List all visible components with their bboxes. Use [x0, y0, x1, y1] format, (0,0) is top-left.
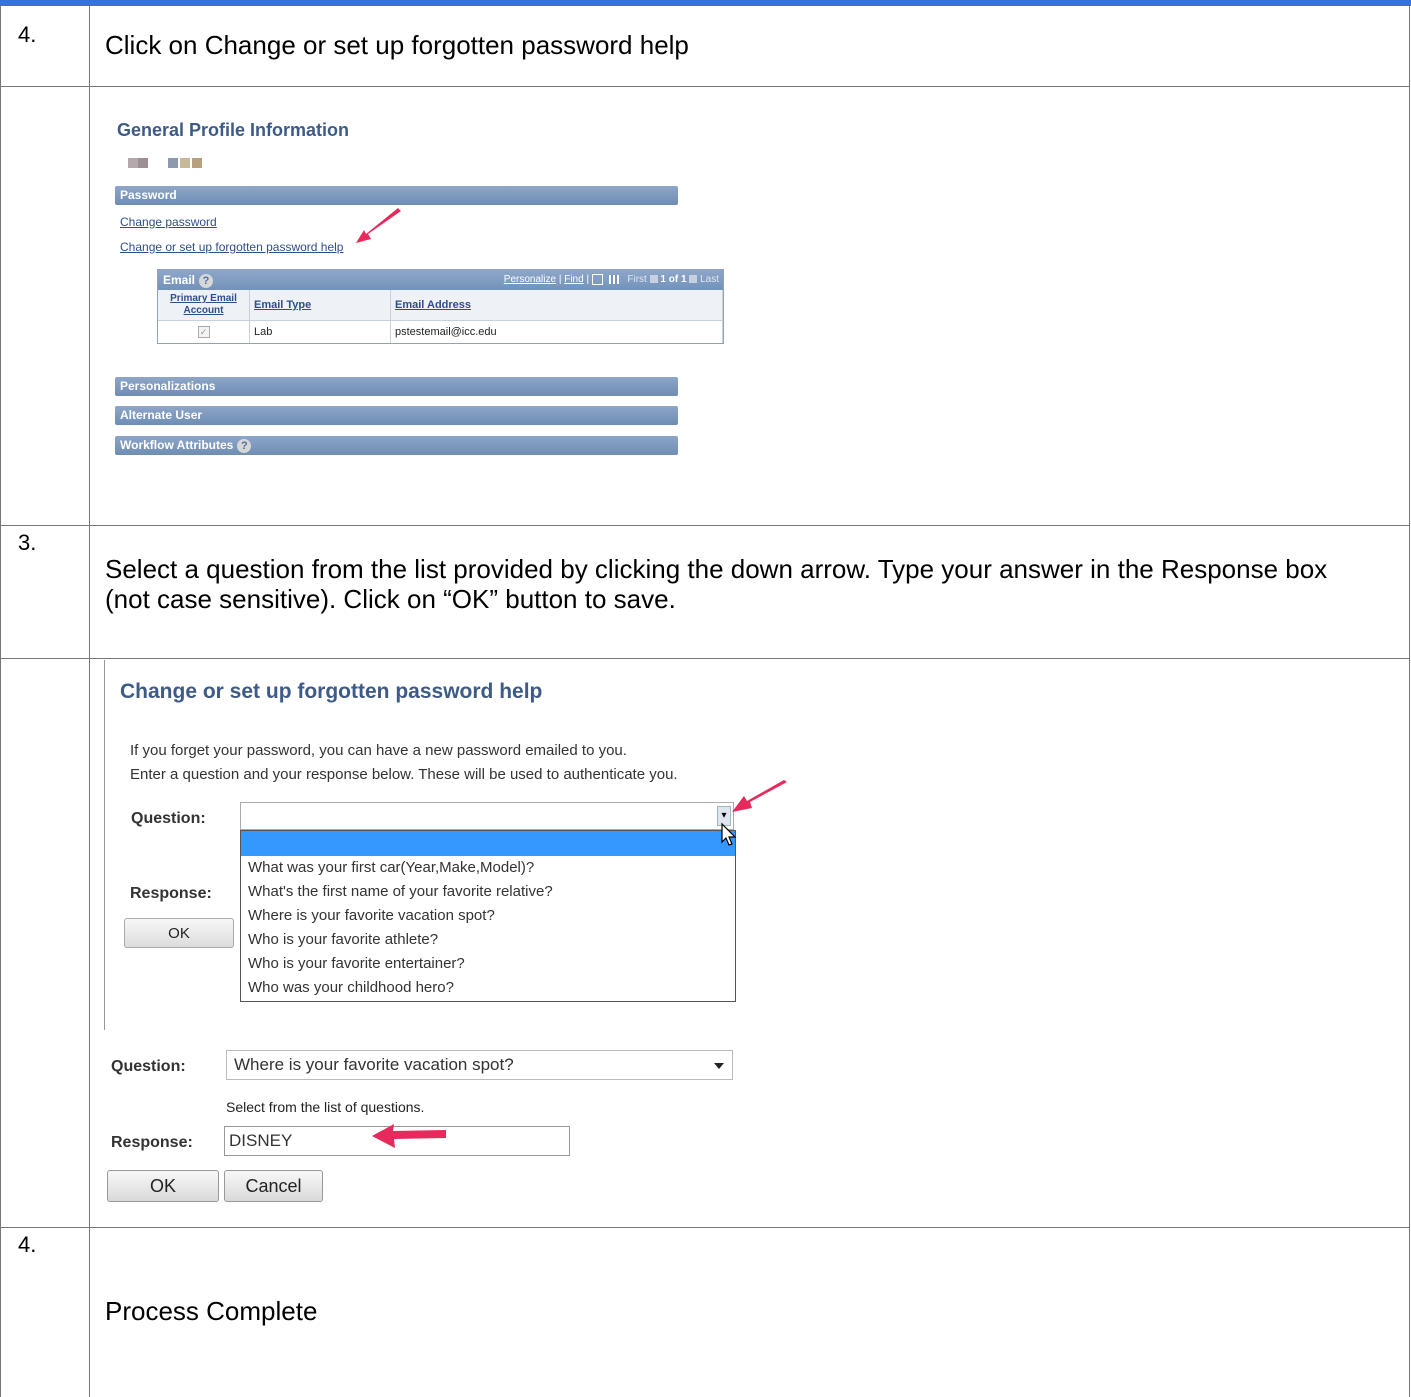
intro-text: If you forget your password, you can hav…: [130, 742, 627, 759]
next-icon[interactable]: [689, 275, 698, 284]
table-rule: [0, 525, 1410, 526]
redacted-name: [180, 158, 190, 168]
personalize-link[interactable]: Personalize: [504, 274, 556, 285]
step-number: 4.: [18, 22, 37, 47]
selected-question: Where is your favorite vacation spot?: [234, 1055, 514, 1074]
annotation-arrow-icon: [372, 1124, 446, 1148]
redacted-name: [192, 158, 202, 168]
mouse-cursor-icon: [721, 822, 737, 846]
redacted-name: [138, 158, 148, 168]
cancel-button[interactable]: Cancel: [224, 1170, 323, 1202]
email-type-cell: Lab: [249, 320, 391, 343]
column-header-address[interactable]: Email Address: [390, 290, 723, 321]
intro-text: Enter a question and your response below…: [130, 766, 678, 783]
email-grid: Email? Personalize | Find | First 1 of 1…: [157, 269, 724, 344]
grid-navigation: Personalize | Find | First 1 of 1 Last: [503, 273, 719, 285]
question-label: Question:: [131, 810, 206, 827]
workflow-attributes-label: Workflow Attributes: [120, 438, 234, 452]
list-item[interactable]: What's the first name of your favorite r…: [241, 880, 735, 904]
question-options-list: What was your first car(Year,Make,Model)…: [240, 830, 736, 1002]
email-grid-title: Email: [163, 273, 196, 287]
forgotten-password-help-link[interactable]: Change or set up forgotten password help: [120, 240, 343, 254]
step-number: 3.: [18, 530, 37, 555]
step-instruction: Process Complete: [105, 1296, 318, 1326]
list-item[interactable]: What was your first car(Year,Make,Model)…: [241, 856, 735, 880]
annotation-arrow-icon: [356, 208, 401, 243]
primary-checkbox[interactable]: ✓: [197, 326, 210, 338]
column-header-primary[interactable]: Primary Email Account: [158, 290, 250, 321]
table-rule: [0, 6, 1, 1397]
email-address-cell: pstestemail@icc.edu: [390, 320, 723, 343]
password-section-header[interactable]: Password: [115, 186, 678, 205]
column-header-type[interactable]: Email Type: [249, 290, 391, 321]
response-label: Response:: [111, 1134, 193, 1151]
first-link[interactable]: First: [627, 274, 646, 285]
hint-text: Select from the list of questions.: [226, 1099, 425, 1115]
table-rule: [0, 1227, 1410, 1228]
step-number: 4.: [18, 1232, 37, 1257]
row-count: 1 of 1: [660, 274, 687, 285]
find-link[interactable]: Find: [564, 274, 583, 285]
redacted-name: [128, 158, 138, 168]
response-label: Response:: [130, 885, 212, 902]
download-icon[interactable]: [608, 274, 619, 284]
page-title: General Profile Information: [117, 120, 350, 140]
top-accent-bar: [0, 0, 1411, 6]
ok-button[interactable]: OK: [107, 1170, 219, 1202]
help-icon[interactable]: ?: [237, 438, 252, 453]
view-all-icon[interactable]: [591, 273, 603, 285]
question-select[interactable]: Where is your favorite vacation spot?: [226, 1050, 733, 1080]
table-row: ✓ Lab pstestemail@icc.edu: [158, 320, 723, 343]
list-item[interactable]: Who is your favorite entertainer?: [241, 952, 735, 976]
workflow-attributes-section-header[interactable]: Workflow Attributes?: [115, 436, 678, 455]
chevron-down-icon[interactable]: [714, 1063, 724, 1069]
step-instruction: Click on Change or set up forgotten pass…: [105, 30, 689, 60]
email-grid-header: Email? Personalize | Find | First 1 of 1…: [158, 270, 723, 290]
list-item[interactable]: Where is your favorite vacation spot?: [241, 904, 735, 928]
redacted-name: [168, 158, 178, 168]
list-item[interactable]: Who was your childhood hero?: [241, 976, 735, 1000]
change-password-link[interactable]: Change password: [120, 215, 217, 229]
step-instruction: Select a question from the list provided…: [105, 554, 1328, 614]
list-item-highlighted[interactable]: [241, 831, 735, 856]
page-title: Change or set up forgotten password help: [120, 680, 543, 703]
personalizations-section-header[interactable]: Personalizations: [115, 377, 678, 396]
question-select[interactable]: ▾: [240, 802, 734, 830]
email-table: Primary Email Account Email Type Email A…: [158, 290, 723, 343]
table-header-row: Primary Email Account Email Type Email A…: [158, 290, 723, 321]
ok-button[interactable]: OK: [124, 918, 234, 948]
prev-icon[interactable]: [649, 275, 658, 284]
list-item[interactable]: Who is your favorite athlete?: [241, 928, 735, 952]
screenshot-border: [104, 660, 105, 1030]
help-icon[interactable]: ?: [199, 273, 214, 288]
table-rule: [1409, 6, 1410, 1397]
last-link[interactable]: Last: [700, 274, 719, 285]
table-rule: [0, 658, 1410, 659]
annotation-arrow-icon: [732, 780, 787, 812]
table-rule: [0, 86, 1410, 87]
alternate-user-section-header[interactable]: Alternate User: [115, 406, 678, 425]
table-rule: [89, 6, 90, 1397]
question-label: Question:: [111, 1058, 186, 1075]
